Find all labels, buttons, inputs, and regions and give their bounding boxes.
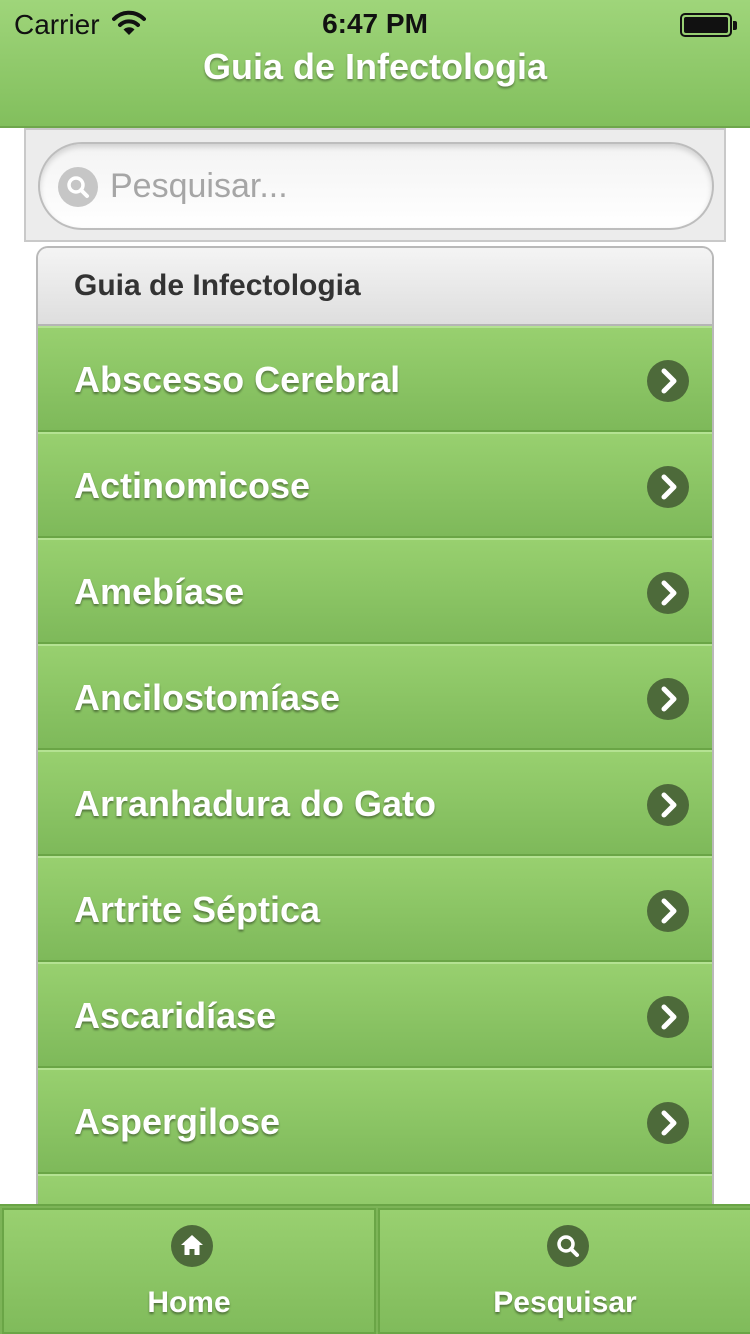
battery-icon: [680, 13, 737, 37]
search-icon: [58, 167, 98, 207]
list-item[interactable]: Ascaridíase: [38, 962, 712, 1068]
status-bar: Carrier 6:47 PM: [0, 0, 750, 50]
list-item[interactable]: Abscesso Cerebral: [38, 326, 712, 432]
search-input[interactable]: [110, 158, 690, 214]
chevron-right-icon: [647, 678, 689, 720]
search-bar: [24, 128, 726, 242]
status-time: 6:47 PM: [322, 8, 428, 39]
search-icon: [547, 1225, 589, 1267]
chevron-right-icon: [647, 466, 689, 508]
app-screen: Carrier 6:47 PM Guia de Infectologia Pes…: [0, 0, 750, 1334]
list-divider: Guia de Infectologia: [38, 248, 712, 326]
list-item[interactable]: Ancilostomíase: [38, 644, 712, 750]
chevron-right-icon: [647, 784, 689, 826]
list-item-label: Abscesso Cerebral: [74, 359, 401, 400]
tab-home[interactable]: Home: [2, 1208, 376, 1334]
list-item-label: Artrite Séptica: [74, 889, 321, 930]
chevron-right-icon: [647, 890, 689, 932]
list-item[interactable]: Actinomicose: [38, 432, 712, 538]
list-item[interactable]: Aspergilose: [38, 1068, 712, 1174]
tab-search[interactable]: Pesquisar: [378, 1208, 750, 1334]
list-item[interactable]: Artrite Séptica: [38, 856, 712, 962]
list-item-partial[interactable]: [38, 1174, 712, 1206]
list-item-label: Actinomicose: [74, 465, 311, 506]
list-item[interactable]: Arranhadura do Gato: [38, 750, 712, 856]
search-field[interactable]: [38, 142, 714, 230]
tab-search-label: Pesquisar: [493, 1286, 637, 1319]
list-item-label: Aspergilose: [74, 1101, 281, 1142]
home-icon: [171, 1225, 213, 1267]
list-item-label: Amebíase: [74, 571, 245, 612]
list-item-label: Ascaridíase: [74, 995, 277, 1036]
page-title: Guia de Infectologia: [202, 46, 548, 87]
list-item-label: Arranhadura do Gato: [74, 783, 437, 824]
chevron-right-icon: [647, 1102, 689, 1144]
tab-bar: Home Pesquisar: [0, 1204, 750, 1334]
chevron-right-icon: [647, 996, 689, 1038]
disease-list: Guia de Infectologia Abscesso Cerebral A…: [36, 246, 714, 1206]
chevron-right-icon: [647, 360, 689, 402]
list-item[interactable]: Amebíase: [38, 538, 712, 644]
chevron-right-icon: [647, 572, 689, 614]
tab-home-label: Home: [147, 1286, 231, 1319]
header-bar: Carrier 6:47 PM Guia de Infectologia: [0, 0, 750, 128]
list-item-label: Ancilostomíase: [74, 677, 341, 718]
